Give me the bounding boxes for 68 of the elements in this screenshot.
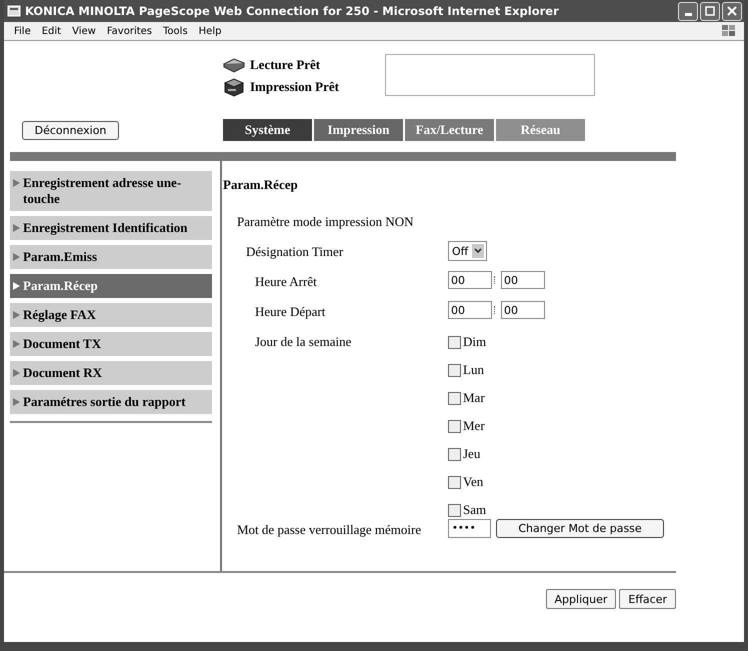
field-label: Paramètre mode impression NON xyxy=(237,214,414,229)
printer-icon xyxy=(222,77,246,97)
close-icon xyxy=(727,6,737,16)
minimize-button[interactable] xyxy=(678,2,698,20)
checkbox-label: Jeu xyxy=(463,446,480,462)
sidebar-item[interactable]: Document TX xyxy=(10,332,212,356)
checkbox[interactable] xyxy=(448,364,461,376)
menu-item[interactable]: Edit xyxy=(42,26,62,36)
status-label: Lecture Prêt xyxy=(250,57,320,73)
checkbox-label: Mar xyxy=(463,390,485,406)
logout-button[interactable]: Déconnexion xyxy=(22,120,119,140)
menu-item[interactable]: View xyxy=(72,26,96,36)
section-title: Param.Récep xyxy=(223,177,299,193)
triangle-icon xyxy=(13,369,20,377)
minimize-icon xyxy=(684,12,692,16)
password-field[interactable]: •••• xyxy=(448,519,491,538)
checkbox[interactable] xyxy=(448,392,461,404)
triangle-icon xyxy=(13,179,20,187)
sidebar-item[interactable]: Enregistrement Identification xyxy=(10,216,212,240)
checkbox[interactable] xyxy=(448,420,461,432)
action-button[interactable]: Appliquer xyxy=(546,589,616,609)
action-button[interactable]: Effacer xyxy=(619,589,676,609)
tab[interactable]: Fax/Lecture xyxy=(405,119,494,141)
triangle-icon xyxy=(13,398,20,406)
checkbox[interactable] xyxy=(448,476,461,488)
sidebar-item[interactable]: Param.Emiss xyxy=(10,245,212,269)
triangle-icon xyxy=(13,253,20,261)
menu-item[interactable]: Tools xyxy=(163,26,188,36)
tab[interactable]: Système xyxy=(223,119,312,141)
timer-dropdown[interactable]: Off xyxy=(448,241,488,261)
checkbox[interactable] xyxy=(448,336,461,348)
triangle-icon xyxy=(13,340,20,348)
checkbox-label: Mer xyxy=(463,418,485,434)
status-label: Impression Prêt xyxy=(250,79,339,95)
triangle-icon xyxy=(13,224,20,232)
sidebar-item[interactable]: Document RX xyxy=(10,361,212,385)
triangle-icon xyxy=(13,311,20,319)
sidebar-item[interactable]: Enregistrement adresse une-touche xyxy=(10,171,212,211)
minute-field[interactable]: 00 xyxy=(501,301,545,319)
close-button[interactable] xyxy=(722,2,742,20)
checkbox-label: Lun xyxy=(463,362,484,378)
field-label: Désignation Timer xyxy=(246,244,344,259)
checkbox[interactable] xyxy=(448,448,461,460)
tab[interactable]: Impression xyxy=(314,119,403,141)
checkbox[interactable] xyxy=(448,504,461,516)
field-label: Heure Départ xyxy=(255,304,326,319)
field-label: Mot de passe verrouillage mémoire xyxy=(237,522,422,537)
window-title: KONICA MINOLTA PageScope Web Connection for 250 - Microsoft Internet Explorer xyxy=(25,4,560,18)
hour-field[interactable]: 00 xyxy=(448,271,492,289)
sidebar-item[interactable]: Réglage FAX xyxy=(10,303,212,327)
checkbox-label: Ven xyxy=(463,474,484,490)
triangle-icon xyxy=(13,282,20,290)
checkbox-label: Dim xyxy=(463,334,486,350)
minute-field[interactable]: 00 xyxy=(501,271,545,289)
browser-icon xyxy=(7,4,21,18)
maximize-button[interactable] xyxy=(700,2,720,20)
change-password-button[interactable]: Changer Mot de passe xyxy=(496,519,664,538)
maximize-icon xyxy=(705,6,715,16)
field-label: Jour de la semaine xyxy=(255,334,352,349)
sidebar-item[interactable]: Param.Récep xyxy=(10,274,212,298)
field-label: Heure Arrêt xyxy=(255,274,317,289)
sidebar-item[interactable]: Paramétres sortie du rapport xyxy=(10,390,212,414)
menu-item[interactable]: Favorites xyxy=(106,26,152,36)
menu-item[interactable]: File xyxy=(14,26,31,36)
scanner-icon xyxy=(222,56,246,74)
hour-field[interactable]: 00 xyxy=(448,301,492,319)
menu-item[interactable]: Help xyxy=(198,26,222,36)
checkbox-label: Sam xyxy=(463,502,486,518)
